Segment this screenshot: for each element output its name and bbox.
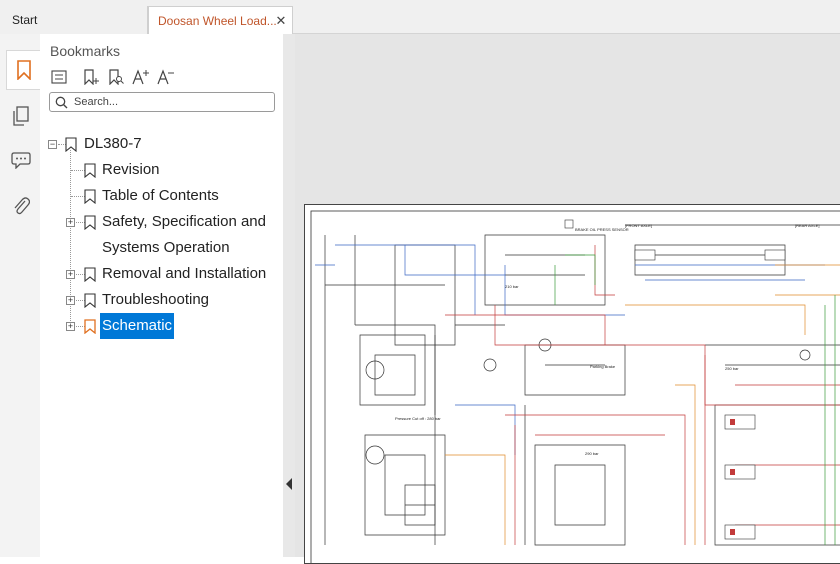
- tree-node-label: Revision: [102, 161, 160, 178]
- tree-node-root-label: DL380-7: [84, 135, 142, 152]
- document-viewport[interactable]: [FRONT AXLE] [REAR AXLE] BRAKE OIL PRESS…: [295, 34, 840, 564]
- rear-axle-label: [REAR AXLE]: [795, 223, 819, 228]
- tree-node-table-of-contents[interactable]: Table of Contents: [46, 183, 276, 209]
- decrease-font-icon[interactable]: [155, 66, 177, 88]
- increase-font-icon[interactable]: [130, 66, 152, 88]
- tab-start-label: Start: [12, 13, 38, 27]
- tree-node-revision[interactable]: Revision: [46, 157, 276, 183]
- close-tab-icon[interactable]: ✕: [274, 7, 288, 35]
- front-axle-label: [FRONT AXLE]: [625, 223, 652, 228]
- tree-node-schematic[interactable]: + Schematic: [46, 313, 276, 339]
- bookmark-item-icon: [84, 189, 96, 204]
- pressure-cutoff-label: Pressure Cut off : 280 bar: [395, 416, 441, 421]
- side-rail: [0, 34, 40, 557]
- tree-node-root[interactable]: − DL380-7: [46, 131, 276, 157]
- expand-all-icon[interactable]: [48, 66, 70, 88]
- search-icon: [55, 96, 68, 109]
- collapse-panel-icon[interactable]: [286, 478, 292, 490]
- bookmark-selected-icon: [84, 319, 96, 334]
- tree-connector: [71, 170, 85, 171]
- tree-node-label-line1: Safety, Specification and: [102, 213, 266, 230]
- expand-icon[interactable]: +: [66, 218, 75, 227]
- expand-icon[interactable]: +: [66, 296, 75, 305]
- bookmark-search-box: [49, 92, 275, 112]
- find-bookmark-icon[interactable]: [105, 66, 127, 88]
- panel-title: Bookmarks: [50, 43, 121, 59]
- bar-210-label: 210 bar: [505, 284, 519, 289]
- panel-splitter[interactable]: [283, 34, 295, 557]
- tree-node-troubleshooting[interactable]: + Troubleshooting: [46, 287, 276, 313]
- tree-node-label: Table of Contents: [102, 187, 219, 204]
- bookmarks-panel: Bookmarks − DL380-7: [40, 34, 283, 557]
- bookmark-icon[interactable]: [6, 50, 40, 90]
- pdf-page[interactable]: [FRONT AXLE] [REAR AXLE] BRAKE OIL PRESS…: [304, 204, 840, 564]
- tree-node-label: Troubleshooting: [102, 291, 210, 308]
- tree-node-label: Removal and Installation: [102, 265, 267, 282]
- tree-connector: [71, 196, 85, 197]
- bar-250-label: 250 bar: [725, 366, 739, 371]
- bookmark-search-input[interactable]: [74, 94, 270, 110]
- bookmark-item-icon: [84, 293, 96, 308]
- hydraulic-schematic-drawing: [FRONT AXLE] [REAR AXLE] BRAKE OIL PRESS…: [310, 210, 840, 563]
- tab-start[interactable]: Start: [0, 6, 148, 34]
- bookmark-item-icon: [84, 215, 96, 230]
- parking-brake-label: Parking Brake: [590, 364, 616, 369]
- add-bookmark-icon[interactable]: [80, 66, 102, 88]
- tree-node-safety[interactable]: + Safety, Specification and Systems Oper…: [46, 209, 276, 261]
- tab-bar: Start Doosan Wheel Load... ✕: [0, 0, 840, 35]
- tab-document[interactable]: Doosan Wheel Load... ✕: [148, 6, 293, 35]
- brake-sensor-label: BRAKE OIL PRESS SENSOR: [575, 227, 629, 232]
- bookmark-item-icon: [65, 137, 77, 152]
- expand-icon[interactable]: +: [66, 322, 75, 331]
- bookmark-item-icon: [84, 267, 96, 282]
- pages-icon[interactable]: [5, 100, 37, 132]
- collapse-icon[interactable]: −: [48, 140, 57, 149]
- tree-node-label-selected: Schematic: [100, 313, 175, 339]
- comment-icon[interactable]: [5, 144, 37, 176]
- bar-290-label: 290 bar: [585, 451, 599, 456]
- bookmark-item-icon: [84, 163, 96, 178]
- tree-node-removal-installation[interactable]: + Removal and Installation: [46, 261, 276, 287]
- tab-document-label: Doosan Wheel Load...: [158, 14, 277, 28]
- attachment-icon[interactable]: [5, 190, 37, 222]
- tree-node-label-line2: Systems Operation: [102, 239, 230, 256]
- expand-icon[interactable]: +: [66, 270, 75, 279]
